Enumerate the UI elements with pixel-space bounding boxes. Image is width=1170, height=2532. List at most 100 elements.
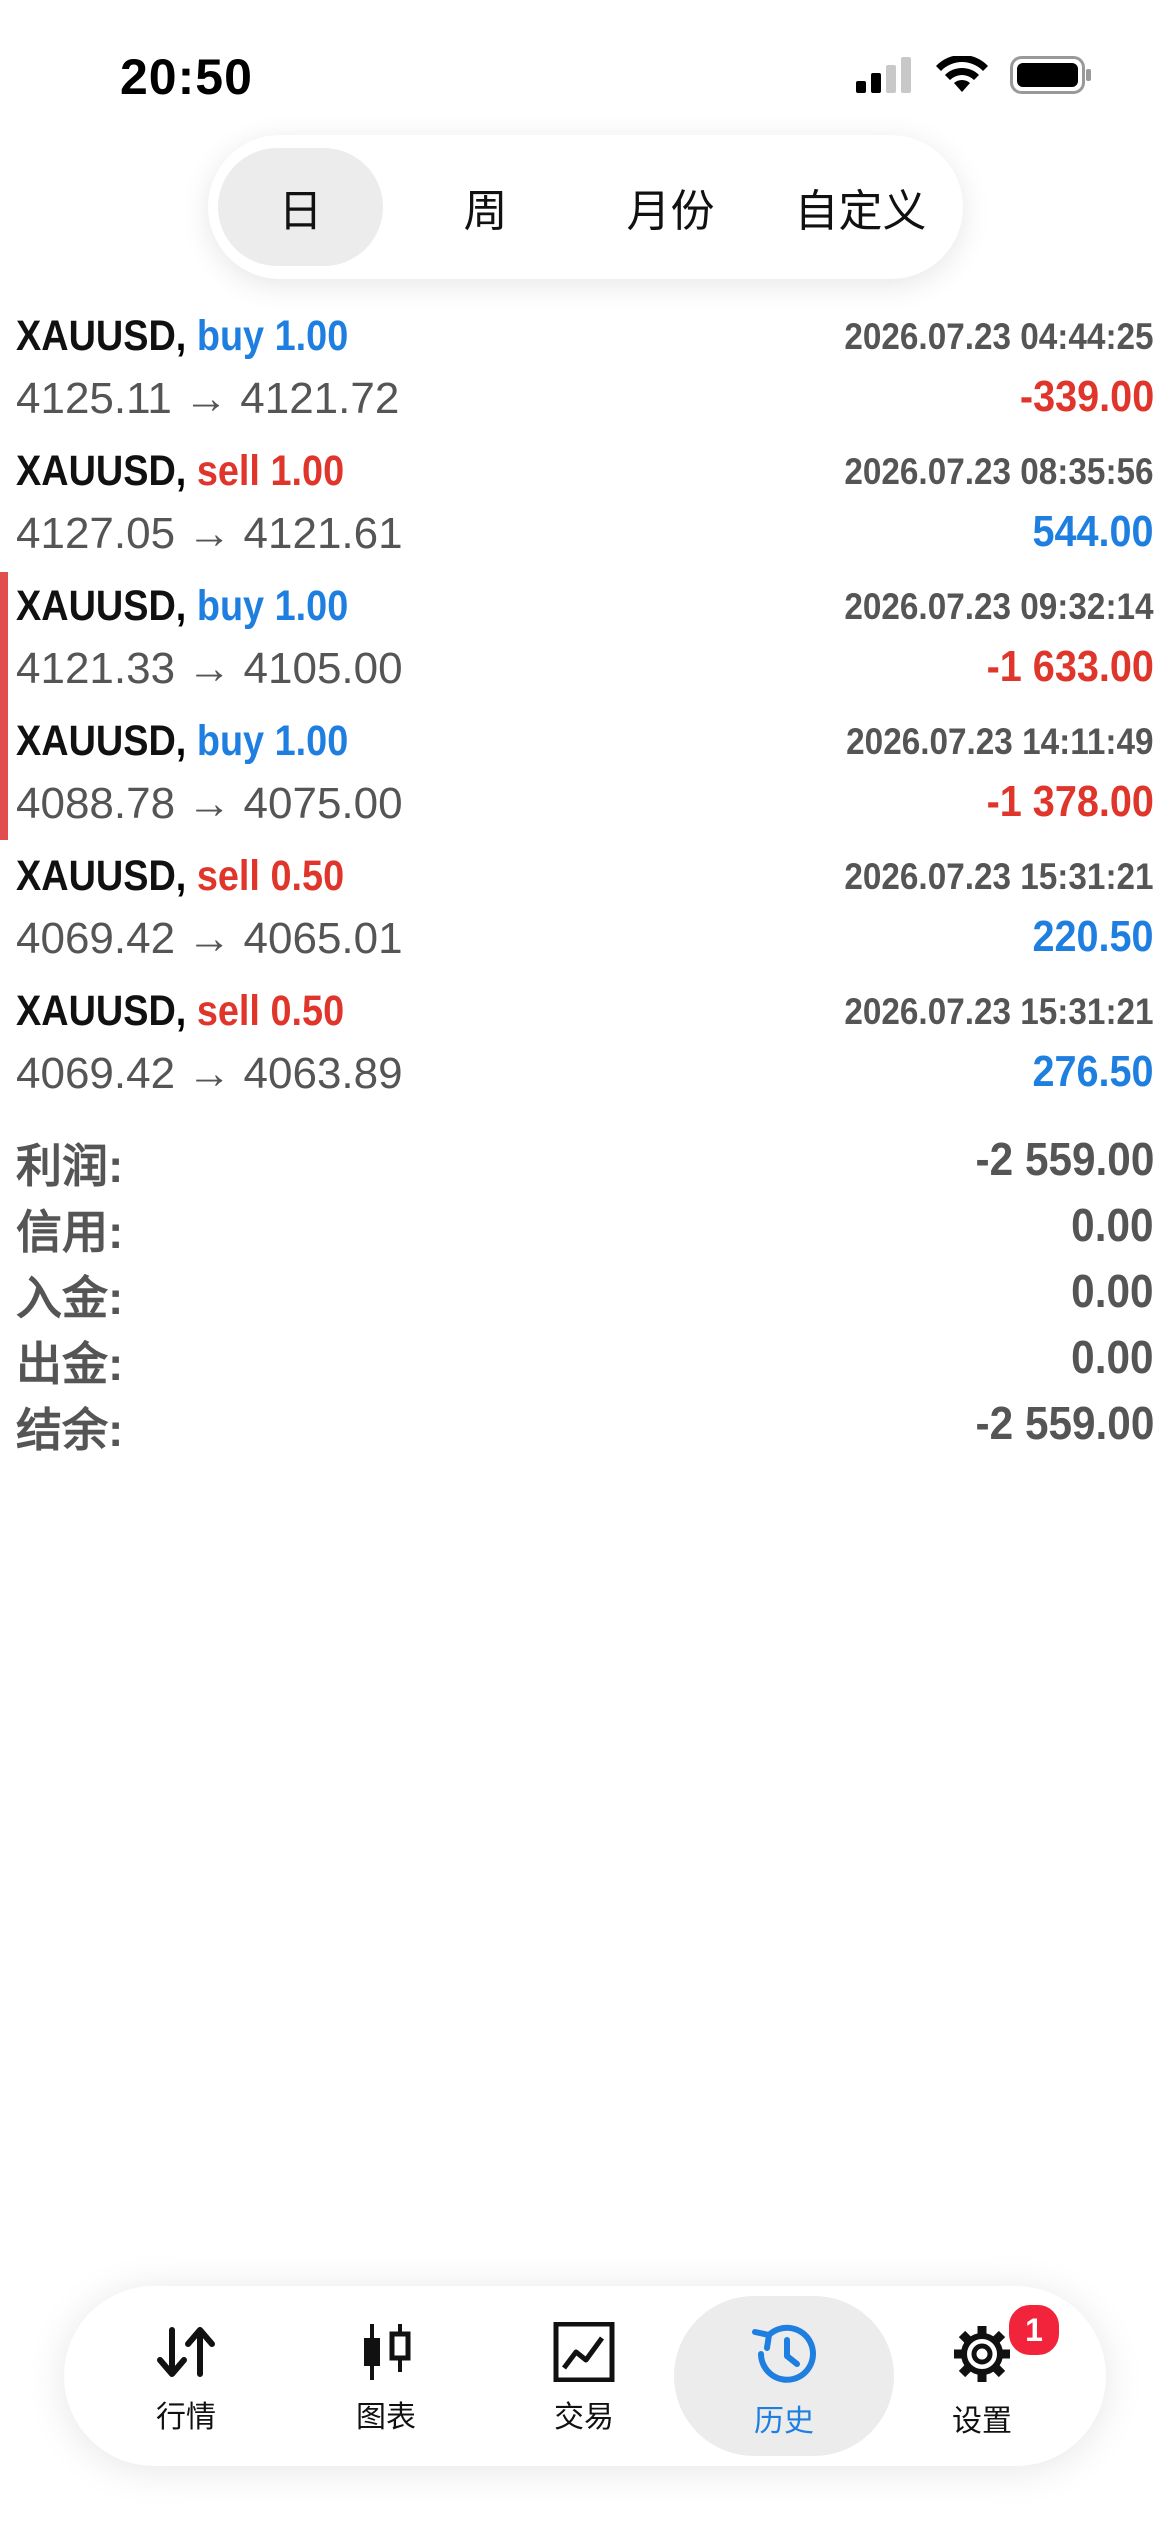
deal-symbol: XAUUSD bbox=[16, 987, 176, 1035]
deal-row[interactable]: XAUUSD, sell 0.50 2026.07.23 15:31:21 40… bbox=[0, 842, 1170, 977]
deal-separator: , bbox=[175, 312, 187, 360]
deal-row[interactable]: XAUUSD, buy 1.00 2026.07.23 14:11:49 408… bbox=[0, 707, 1170, 842]
period-segmented-control: 日 周 月份 自定义 bbox=[208, 135, 963, 279]
deal-open-price: 4125.11 bbox=[16, 374, 172, 423]
deal-volume: 0.50 bbox=[270, 852, 345, 900]
tab-label: 设置 bbox=[952, 2405, 1012, 2438]
deal-symbol: XAUUSD bbox=[16, 852, 176, 900]
deal-close-price: 4121.72 bbox=[240, 374, 400, 423]
tab-history[interactable]: 历史 bbox=[674, 2296, 894, 2456]
deal-profit: -339.00 bbox=[1019, 372, 1154, 421]
segment-custom[interactable]: 自定义 bbox=[768, 148, 953, 266]
tab-trade[interactable]: 交易 bbox=[484, 2296, 684, 2456]
deal-direction: buy bbox=[196, 582, 265, 630]
deal-close-price: 4063.89 bbox=[243, 1049, 403, 1098]
deal-volume: 0.50 bbox=[270, 987, 345, 1035]
tab-settings[interactable]: 设置 1 bbox=[882, 2296, 1082, 2456]
wifi-icon bbox=[936, 56, 988, 92]
tab-label: 交易 bbox=[554, 2401, 614, 2434]
summary-value: 0.00 bbox=[1071, 1331, 1154, 1383]
deal-volume: 1.00 bbox=[270, 447, 345, 495]
deal-direction: buy bbox=[196, 312, 265, 360]
summary-credit: 信用: 0.00 bbox=[0, 1196, 1170, 1262]
deal-arrow: → bbox=[184, 374, 229, 423]
deal-close-price: 4065.01 bbox=[243, 914, 403, 963]
notification-badge: 1 bbox=[1005, 2301, 1063, 2359]
deal-separator: , bbox=[175, 717, 187, 765]
status-icons bbox=[856, 56, 1092, 94]
summary-label: 入金: bbox=[16, 1272, 124, 1324]
deal-direction: buy bbox=[196, 717, 265, 765]
deal-close-price: 4121.61 bbox=[243, 509, 403, 558]
deal-direction: sell bbox=[196, 852, 260, 900]
deal-symbol: XAUUSD bbox=[16, 312, 176, 360]
segment-day[interactable]: 日 bbox=[218, 148, 383, 266]
deal-arrow: → bbox=[187, 509, 232, 558]
tab-label: 图表 bbox=[356, 2401, 416, 2434]
summary-balance: 结余: -2 559.00 bbox=[0, 1394, 1170, 1460]
deal-volume: 1.00 bbox=[274, 312, 349, 360]
deal-profit: -1 378.00 bbox=[986, 777, 1154, 826]
deal-row[interactable]: XAUUSD, buy 1.00 2026.07.23 09:32:14 412… bbox=[0, 572, 1170, 707]
tab-label: 行情 bbox=[156, 2401, 216, 2434]
deal-time: 2026.07.23 09:32:14 bbox=[844, 586, 1154, 627]
history-clock-icon bbox=[752, 2324, 816, 2383]
summary-value: 0.00 bbox=[1071, 1265, 1154, 1317]
deal-open-price: 4069.42 bbox=[16, 914, 176, 963]
summary-profit: 利润: -2 559.00 bbox=[0, 1130, 1170, 1196]
deal-open-price: 4069.42 bbox=[16, 1049, 176, 1098]
deal-profit: 220.50 bbox=[1032, 912, 1154, 961]
tab-charts[interactable]: 图表 bbox=[286, 2296, 486, 2456]
deal-direction: sell bbox=[196, 987, 260, 1035]
deal-arrow: → bbox=[187, 914, 232, 963]
deal-separator: , bbox=[175, 852, 187, 900]
deal-profit: -1 633.00 bbox=[986, 642, 1154, 691]
deal-time: 2026.07.23 15:31:21 bbox=[844, 991, 1154, 1032]
deal-time: 2026.07.23 15:31:21 bbox=[844, 856, 1154, 897]
deal-row[interactable]: XAUUSD, sell 0.50 2026.07.23 15:31:21 40… bbox=[0, 977, 1170, 1112]
quotes-arrows-icon bbox=[157, 2327, 215, 2377]
deal-close-price: 4075.00 bbox=[243, 779, 403, 828]
deal-profit: 276.50 bbox=[1032, 1047, 1154, 1096]
deal-separator: , bbox=[175, 582, 187, 630]
bottom-tab-bar: 行情 图表 交易 历史 设置 1 bbox=[64, 2286, 1106, 2466]
deal-arrow: → bbox=[187, 644, 232, 693]
summary-withdrawal: 出金: 0.00 bbox=[0, 1328, 1170, 1394]
tab-label: 历史 bbox=[754, 2405, 814, 2438]
cellular-signal-icon bbox=[856, 57, 911, 93]
deal-direction: sell bbox=[196, 447, 260, 495]
trade-chart-icon bbox=[553, 2322, 615, 2382]
summary-deposit: 入金: 0.00 bbox=[0, 1262, 1170, 1328]
deal-open-price: 4127.05 bbox=[16, 509, 176, 558]
deal-arrow: → bbox=[187, 779, 232, 828]
status-time: 20:50 bbox=[120, 49, 253, 105]
summary-label: 出金: bbox=[16, 1338, 124, 1390]
deal-time: 2026.07.23 04:44:25 bbox=[844, 316, 1154, 357]
deal-volume: 1.00 bbox=[274, 582, 349, 630]
deal-symbol: XAUUSD bbox=[16, 582, 176, 630]
deal-row[interactable]: XAUUSD, sell 1.00 2026.07.23 08:35:56 41… bbox=[0, 437, 1170, 572]
summary-label: 信用: bbox=[16, 1206, 124, 1258]
deal-close-price: 4105.00 bbox=[243, 644, 403, 693]
segment-month[interactable]: 月份 bbox=[583, 148, 758, 266]
segment-week[interactable]: 周 bbox=[398, 148, 573, 266]
deal-row[interactable]: XAUUSD, buy 1.00 2026.07.23 04:44:25 412… bbox=[0, 302, 1170, 437]
summary-value: -2 559.00 bbox=[975, 1397, 1154, 1449]
deal-time: 2026.07.23 14:11:49 bbox=[846, 721, 1154, 762]
deal-open-price: 4121.33 bbox=[16, 644, 176, 693]
summary-label: 利润: bbox=[16, 1140, 124, 1192]
battery-icon bbox=[1010, 56, 1091, 94]
deal-time: 2026.07.23 08:35:56 bbox=[844, 451, 1154, 492]
summary-value: 0.00 bbox=[1071, 1199, 1154, 1251]
deal-arrow: → bbox=[187, 1049, 232, 1098]
deal-separator: , bbox=[175, 987, 187, 1035]
deal-symbol: XAUUSD bbox=[16, 447, 176, 495]
summary-value: -2 559.00 bbox=[975, 1133, 1154, 1185]
deal-symbol: XAUUSD bbox=[16, 717, 176, 765]
deal-profit: 544.00 bbox=[1032, 507, 1154, 556]
tab-quotes[interactable]: 行情 bbox=[86, 2296, 286, 2456]
deal-volume: 1.00 bbox=[274, 717, 349, 765]
summary-label: 结余: bbox=[16, 1404, 124, 1456]
deal-separator: , bbox=[175, 447, 187, 495]
deal-open-price: 4088.78 bbox=[16, 779, 176, 828]
